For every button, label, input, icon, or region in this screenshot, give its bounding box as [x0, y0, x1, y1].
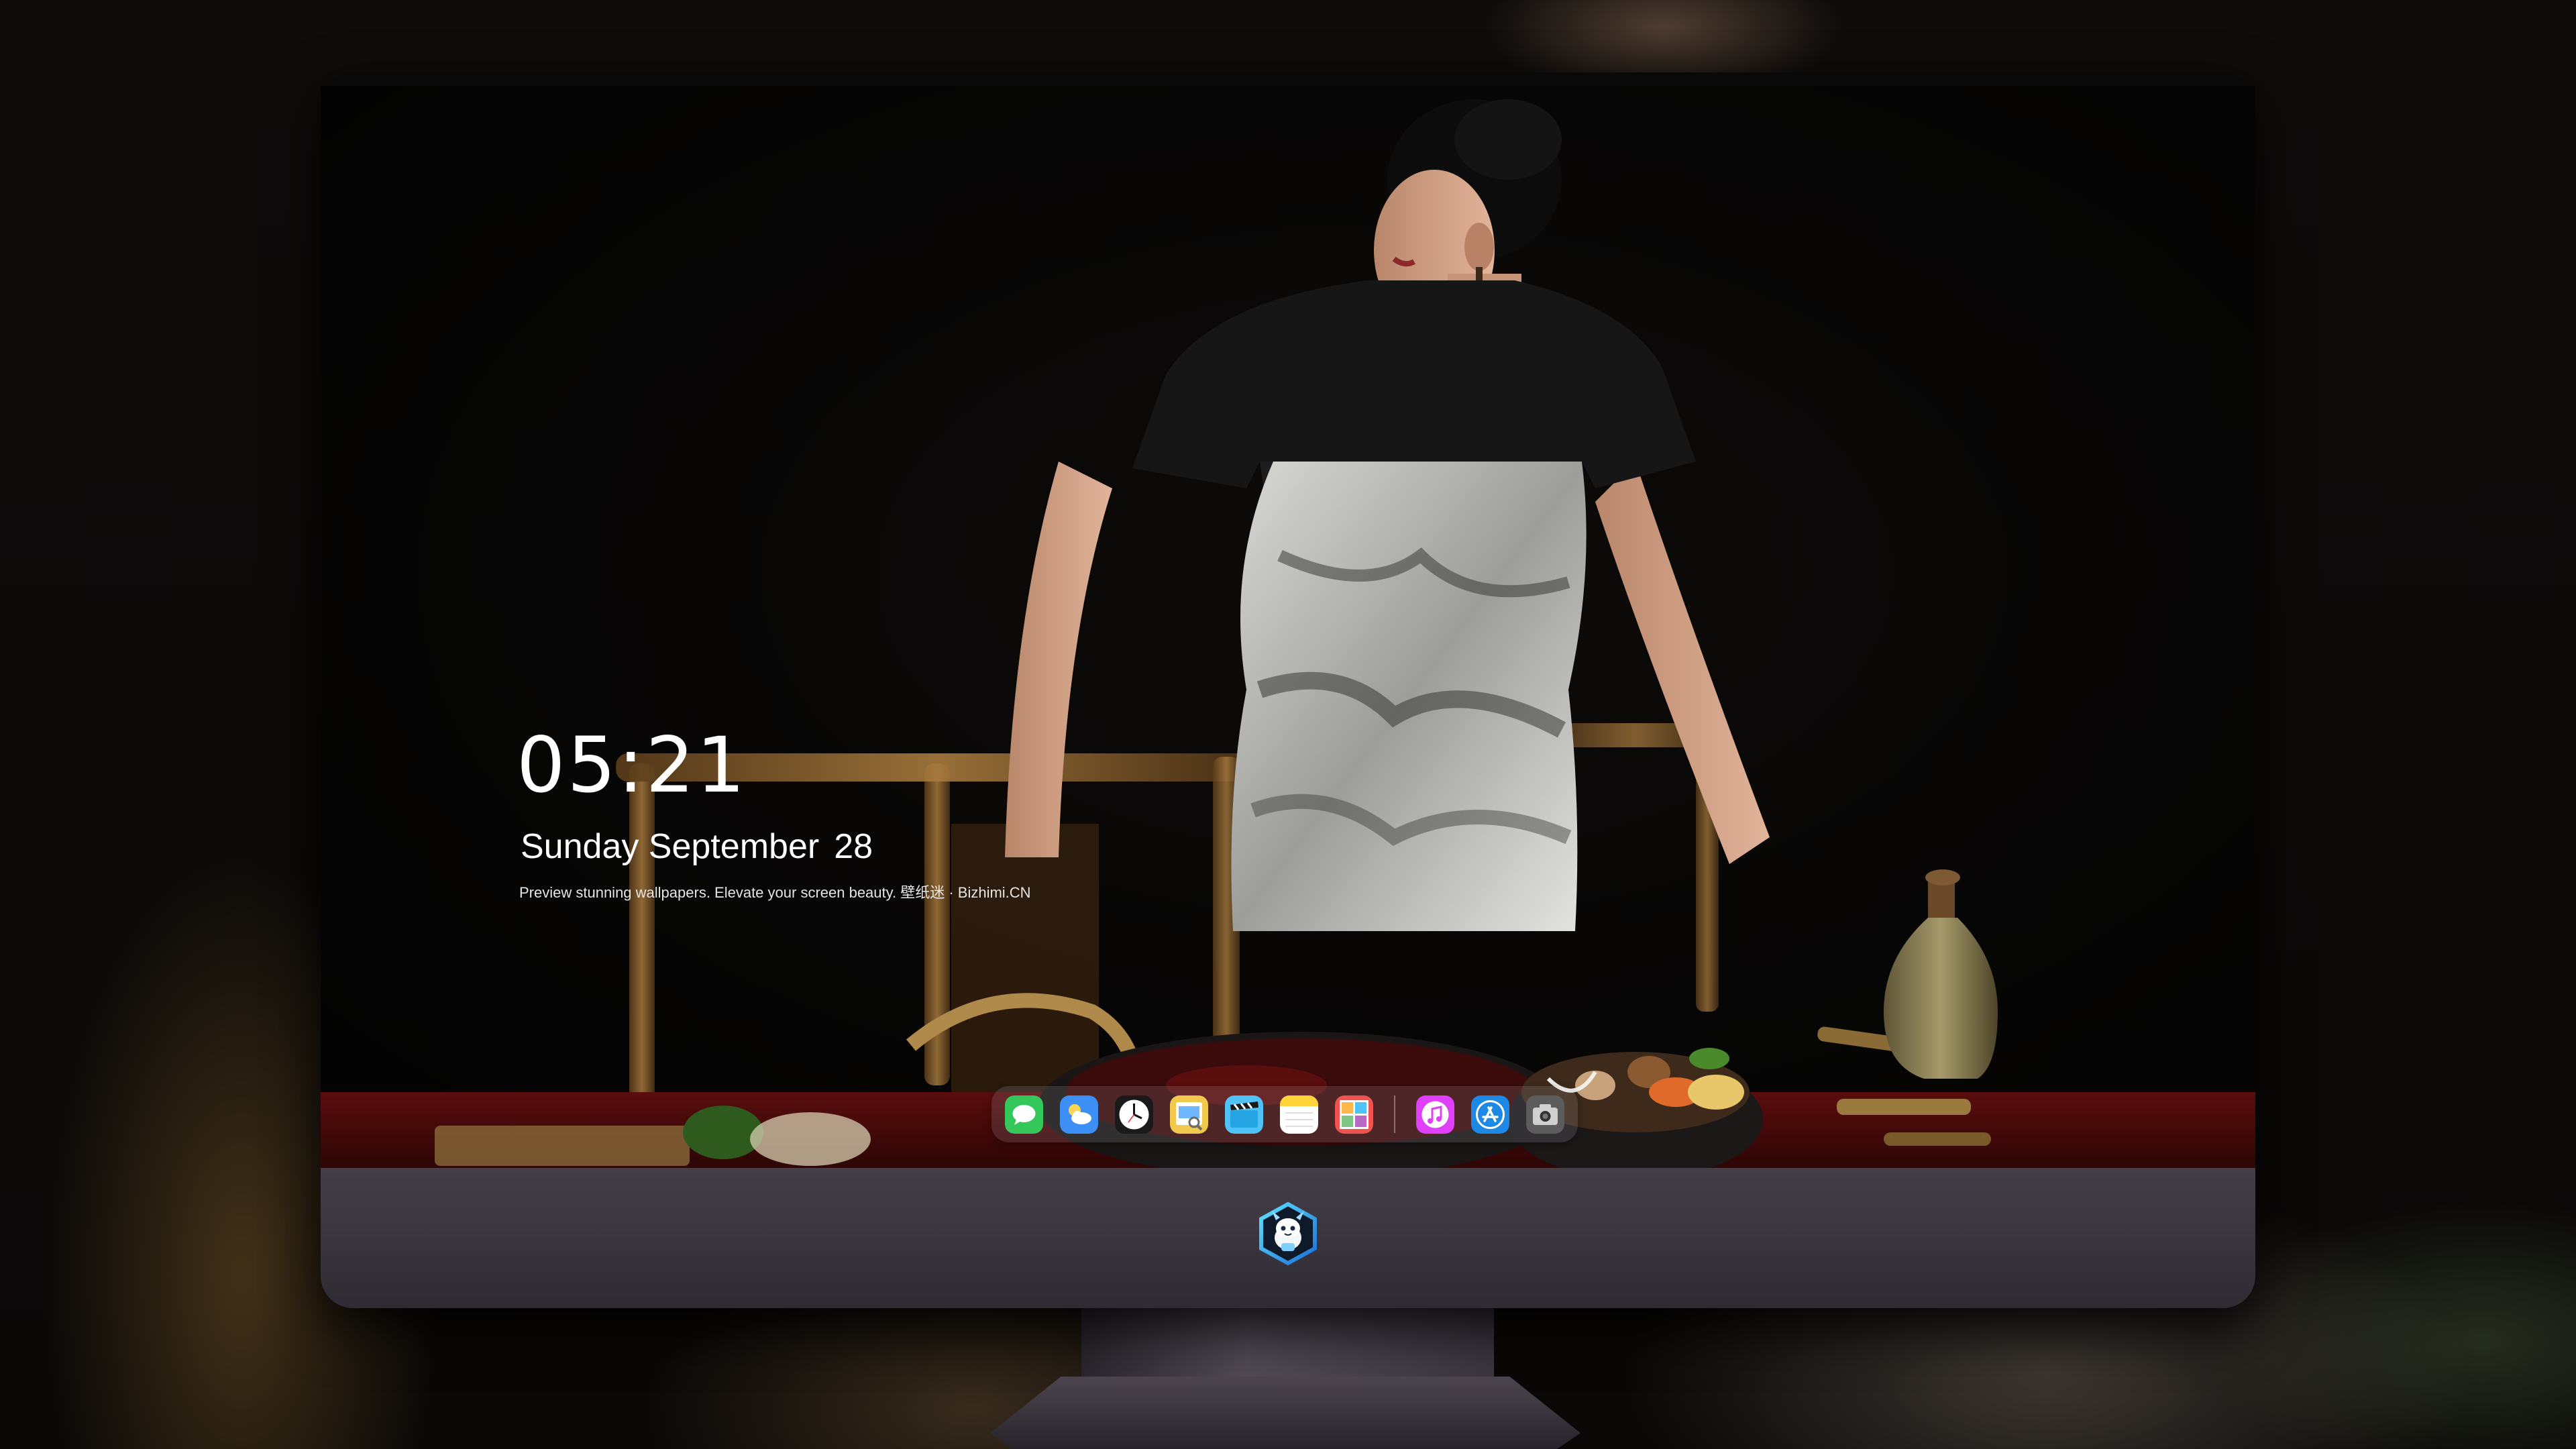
lockscreen-date-weekday-month: Sunday September [521, 827, 820, 866]
itunes-icon[interactable] [1416, 1095, 1454, 1134]
camera-icon[interactable] [1526, 1095, 1564, 1134]
dock-separator [1394, 1095, 1395, 1133]
desktop-background: 05:21 Sunday September 28 Preview stunnin… [0, 0, 2576, 1449]
clips-icon[interactable] [1225, 1095, 1263, 1134]
lockscreen-date-day: 28 [834, 827, 873, 866]
weather-icon[interactable] [1060, 1095, 1098, 1134]
lockscreen-clock: 05:21 [517, 720, 747, 810]
messages-icon[interactable] [1005, 1095, 1043, 1134]
dock [991, 1086, 1578, 1142]
wallpaper-image [321, 86, 2255, 1168]
photo-booth-icon[interactable] [1335, 1095, 1373, 1134]
clock-icon[interactable] [1115, 1095, 1153, 1134]
preview-icon[interactable] [1170, 1095, 1208, 1134]
dragon-mascot-logo [1259, 1201, 1317, 1266]
monitor-stand-foot [990, 1377, 1580, 1449]
lockscreen-tagline: Preview stunning wallpapers. Elevate you… [519, 884, 1031, 901]
notes-icon[interactable] [1280, 1095, 1318, 1134]
monitor-stand-neck [1081, 1305, 1494, 1379]
screen: 05:21 Sunday September 28 Preview stunnin… [321, 86, 2255, 1168]
lockscreen-date: Sunday September 28 [521, 829, 873, 864]
app-store-icon[interactable] [1471, 1095, 1509, 1134]
